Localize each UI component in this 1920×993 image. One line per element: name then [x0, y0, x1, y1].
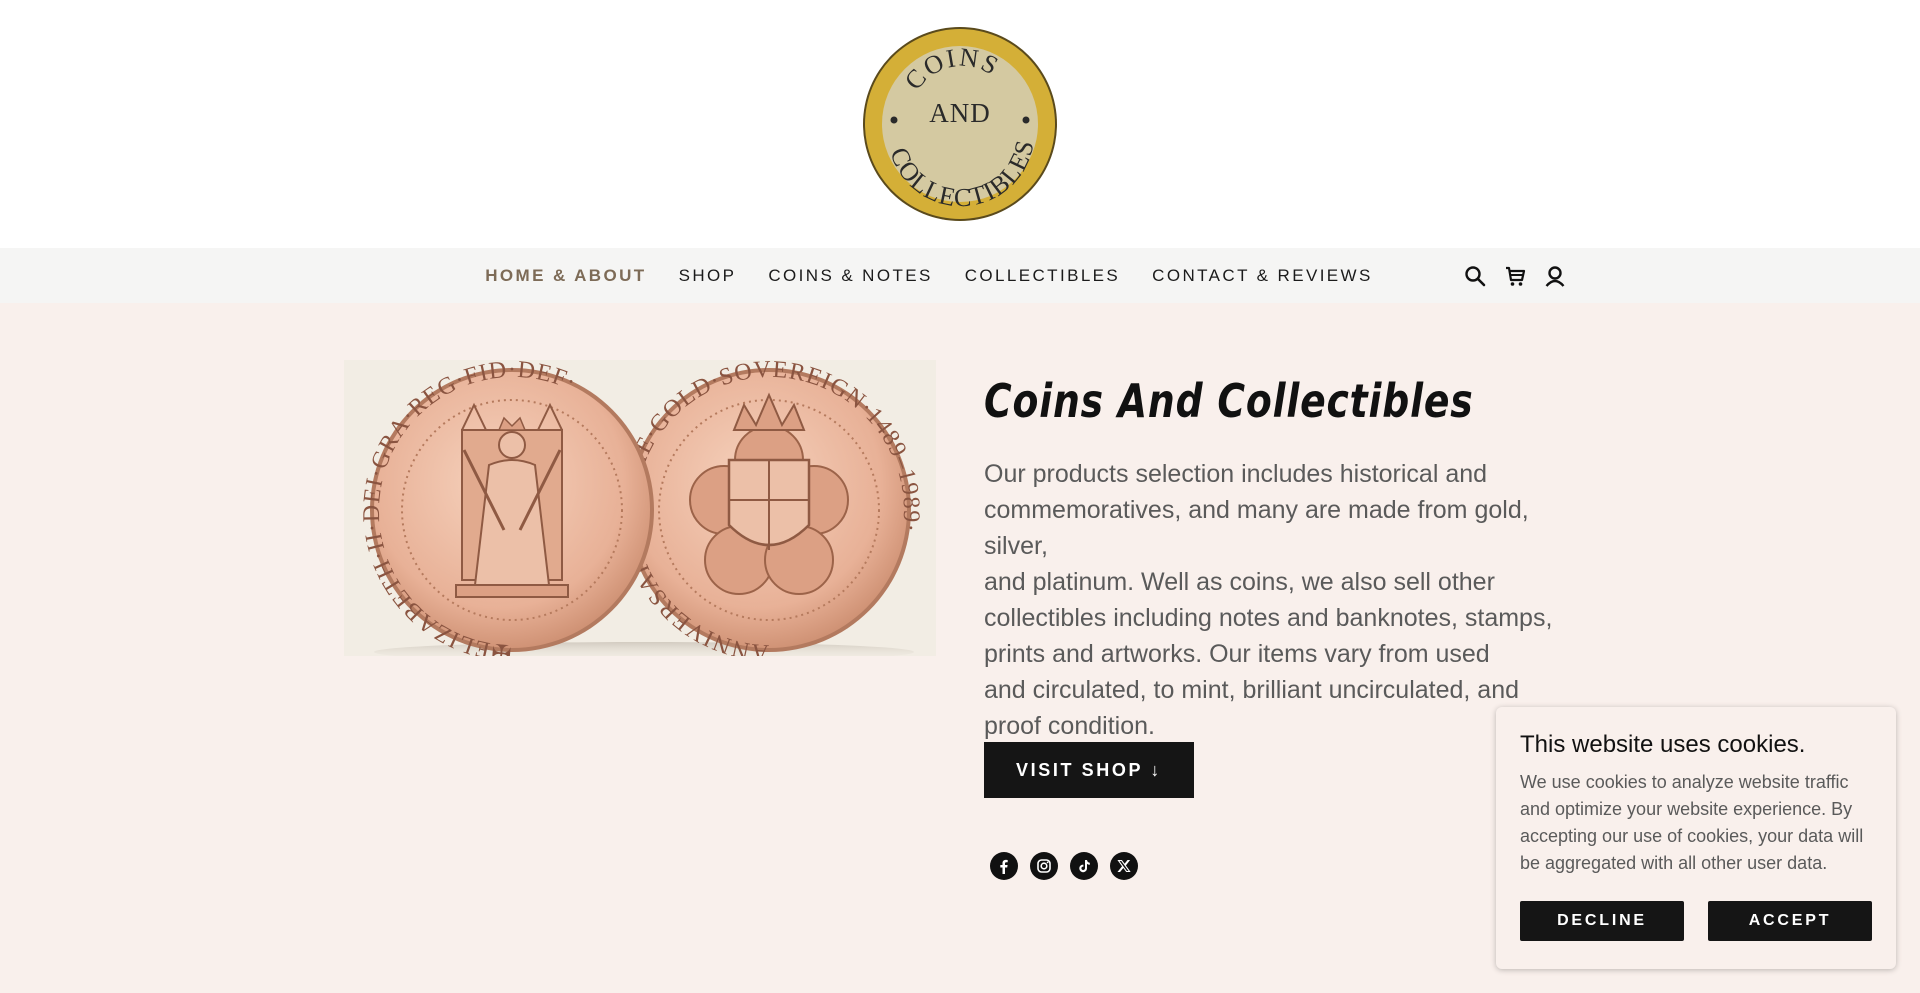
visit-shop-button[interactable]: VISIT SHOP ↓ — [984, 742, 1194, 798]
instagram-icon[interactable] — [1030, 852, 1058, 880]
nav-shop[interactable]: SHOP — [679, 266, 737, 286]
site-header: COINS AND COLLECTIBLES — [0, 0, 1920, 248]
hero-description-line: collectibles including notes and banknot… — [984, 604, 1553, 632]
hero-description-line: Our products selection includes historic… — [984, 460, 1488, 488]
nav-icons — [1462, 262, 1568, 290]
account-icon[interactable] — [1542, 263, 1568, 289]
nav-contact-reviews[interactable]: CONTACT & REVIEWS — [1152, 266, 1373, 286]
hero-title: Coins And Collectibles — [984, 374, 1474, 428]
search-icon[interactable] — [1462, 263, 1488, 289]
logo-coin-icon: COINS AND COLLECTIBLES — [863, 27, 1057, 221]
hero-coins-image: ANNIVERSARY·OF·THE·GOLD·SOVEREIGN·1489–1… — [344, 360, 936, 656]
logo-middle-text: AND — [929, 98, 991, 128]
decline-button[interactable]: DECLINE — [1520, 901, 1684, 941]
nav-coins-notes[interactable]: COINS & NOTES — [768, 266, 932, 286]
hero-description-line: and platinum. Well as coins, we also sel… — [984, 568, 1495, 596]
nav-home-about[interactable]: HOME & ABOUT — [485, 266, 646, 286]
nav-collectibles[interactable]: COLLECTIBLES — [965, 266, 1120, 286]
hero-description-line: prints and artworks. Our items vary from… — [984, 640, 1490, 668]
hero-description-line: and circulated, to mint, brilliant uncir… — [984, 676, 1520, 704]
cart-icon[interactable] — [1502, 263, 1528, 289]
cookie-banner: This website uses cookies. We use cookie… — [1496, 707, 1896, 969]
cookie-title: This website uses cookies. — [1520, 731, 1806, 758]
hero-description: Our products selection includes historic… — [984, 456, 1584, 744]
x-icon[interactable] — [1110, 852, 1138, 880]
main-nav: HOME & ABOUT SHOP COINS & NOTES COLLECTI… — [0, 248, 1920, 303]
hero-description-line: proof condition. — [984, 712, 1155, 740]
site-logo[interactable]: COINS AND COLLECTIBLES — [862, 26, 1058, 222]
social-links — [990, 852, 1138, 880]
nav-links: HOME & ABOUT SHOP COINS & NOTES COLLECTI… — [0, 248, 1920, 303]
hero-description-line: commemoratives, and many are made from g… — [984, 496, 1529, 560]
accept-button[interactable]: ACCEPT — [1708, 901, 1872, 941]
cookie-description: We use cookies to analyze website traffi… — [1520, 772, 1864, 873]
tiktok-icon[interactable] — [1070, 852, 1098, 880]
facebook-icon[interactable] — [990, 852, 1018, 880]
